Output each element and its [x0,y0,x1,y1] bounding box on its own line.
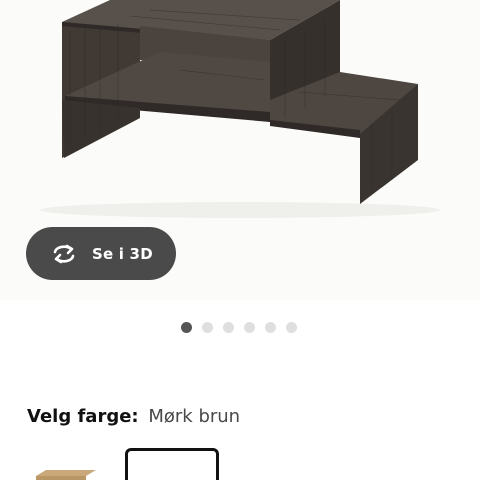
pagination-dot[interactable] [244,322,255,333]
color-option-oak[interactable] [26,448,120,480]
product-page: Se i 3D Velg farge: Mørk brun [0,0,480,480]
oak-table-thumbnail [26,448,120,480]
view-in-3d-button[interactable]: Se i 3D [26,227,176,280]
pagination-dot[interactable] [181,322,192,333]
rotate-3d-icon [53,244,75,263]
pagination-dot[interactable] [265,322,276,333]
product-gallery[interactable]: Se i 3D [0,0,480,300]
view-in-3d-label: Se i 3D [92,244,153,263]
color-selector-heading: Velg farge: Mørk brun [27,406,240,427]
color-selector-label: Velg farge: [27,406,139,427]
pagination-dot[interactable] [223,322,234,333]
gallery-pagination [181,322,297,333]
pagination-dot[interactable] [286,322,297,333]
selected-color-value: Mørk brun [148,406,241,427]
color-option-dark-brown[interactable] [125,448,219,480]
pagination-dot[interactable] [202,322,213,333]
